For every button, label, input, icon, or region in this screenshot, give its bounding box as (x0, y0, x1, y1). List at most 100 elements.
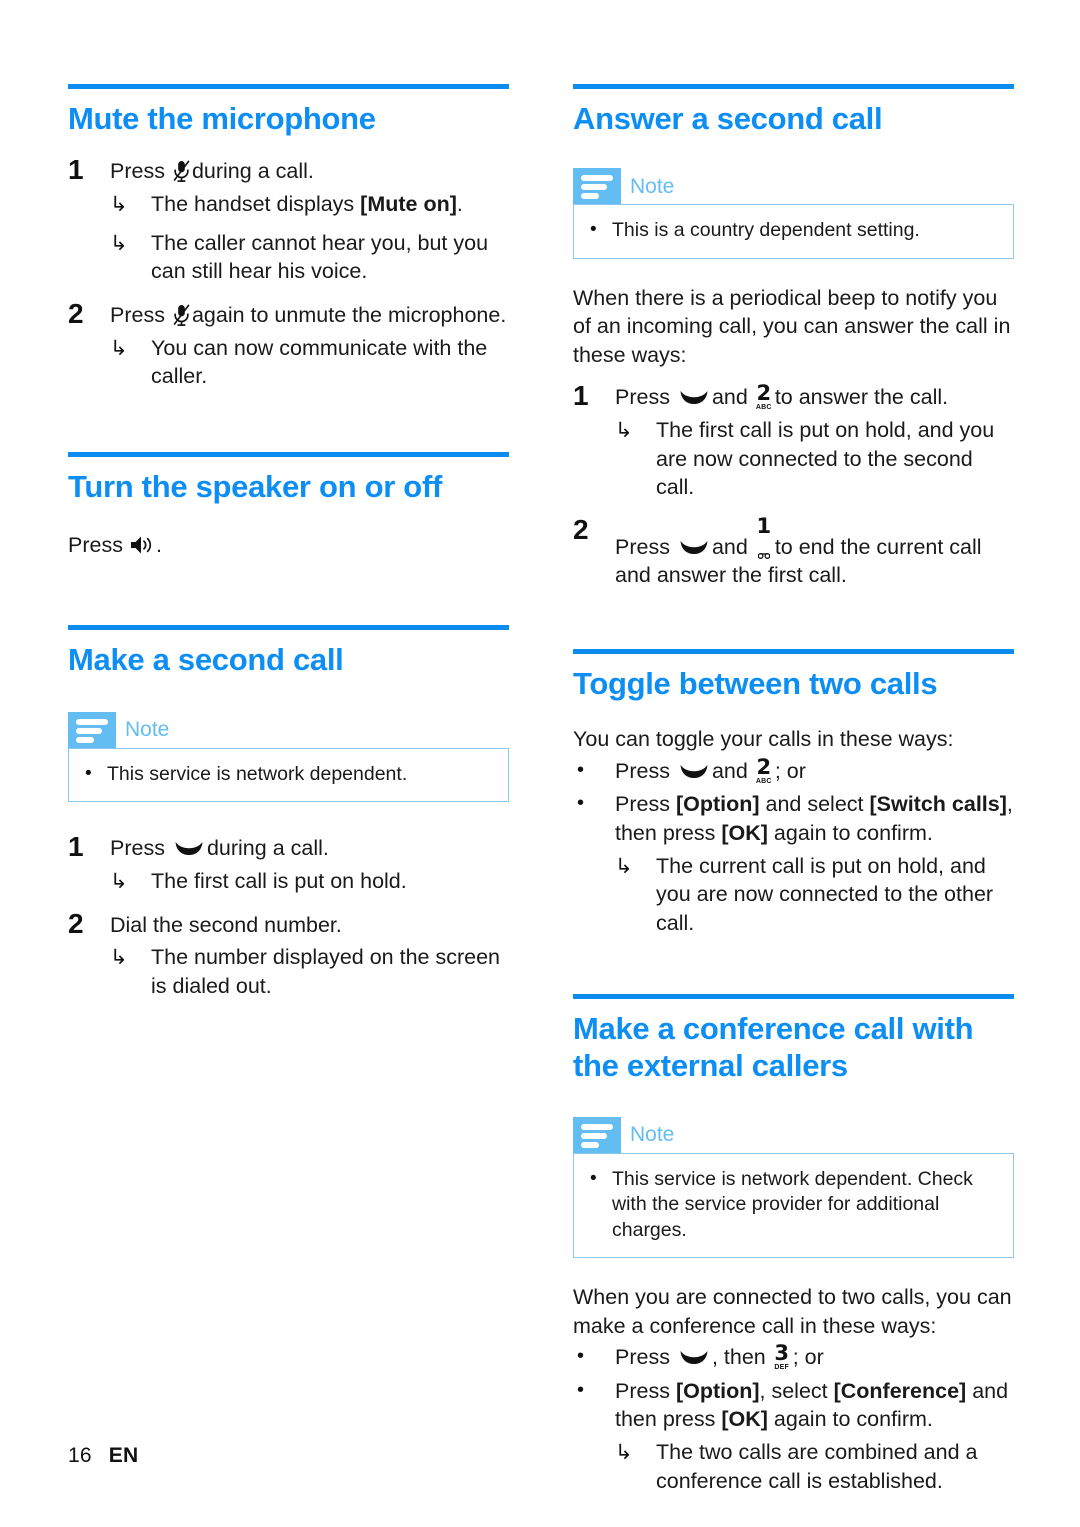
section-rule (573, 994, 1014, 1000)
list-item: • Press , then 3 DEF; or (573, 1343, 1014, 1372)
list-item-text: Press [Option] and select [Switch calls]… (615, 792, 1013, 845)
step-text-mid: and (711, 534, 748, 559)
key-letters: DEF (774, 1364, 790, 1372)
section-intro-text: When there is a periodical beep to notif… (573, 285, 1011, 367)
step-item: 1 Press during a call. ↳ The first call … (68, 830, 509, 896)
note-header: Note (573, 1116, 1014, 1153)
note-lines-icon (573, 168, 621, 205)
section-rule (68, 84, 509, 89)
bullet-dot-icon: • (577, 758, 585, 781)
step-body: Press again to unmute the microphone. ↳ … (110, 297, 509, 391)
section-turn-the-speaker-on-or-off: Turn the speaker on or off Press . (68, 451, 509, 560)
result-text: You can now communicate with the caller. (151, 335, 488, 389)
press-label: Press (615, 1345, 670, 1370)
bullet-list: • Press and 2 ABC; or • Press [Option] an… (573, 756, 1014, 938)
step-number: 2 (68, 907, 84, 939)
steps-list: 1 Press during a call. ↳ The first call … (68, 830, 509, 1000)
note-label: Note (630, 174, 675, 198)
page-title-make-a-second-call: Make a second call (68, 641, 344, 677)
call-key-icon (679, 1344, 709, 1365)
seg: again to confirm. (767, 1407, 933, 1432)
step-text-after: to answer the call. (774, 385, 949, 410)
step-text: Press again to unmute the microphone. (110, 301, 509, 330)
bullet-dot-icon: • (577, 1378, 585, 1401)
step-result: ↳ The two calls are combined and a confe… (615, 1438, 1014, 1495)
section-intro-text: You can toggle your calls in these ways: (573, 727, 954, 752)
result-arrow-icon: ↳ (110, 869, 128, 893)
list-item-body: Press [Option] and select [Switch calls]… (615, 790, 1014, 937)
section-rule (573, 648, 1014, 654)
result-arrow-icon: ↳ (615, 1440, 633, 1464)
note-item: • This is a country dependent setting. (590, 218, 997, 243)
bullet-dot-icon: • (577, 1345, 585, 1368)
key-1-icon: 1 (755, 515, 773, 559)
seg-bold-option: [Option] (675, 1378, 760, 1403)
bullet-dot-icon: • (577, 792, 585, 815)
result-text: The first call is put on hold, and you a… (656, 417, 995, 500)
result-arrow-icon: ↳ (615, 854, 633, 878)
footer-page-number: 16 (68, 1444, 92, 1467)
note-item: • This service is network dependent. Che… (590, 1167, 997, 1243)
result-text: The first call is put on hold. (151, 868, 407, 893)
step-item: 2 Press and 1 to end the current call and… (573, 513, 1014, 590)
press-line-suffix: . (155, 533, 162, 558)
result-text: The two calls are combined and a confere… (656, 1439, 978, 1493)
conjunction-text: , then (711, 1345, 766, 1370)
result-text-pre: The handset displays (151, 191, 361, 216)
page-title-mute-the-microphone: Mute the microphone (68, 101, 376, 136)
note-callout: Note • This service is network dependent… (573, 1116, 1014, 1258)
note-item: • This service is network dependent. (85, 762, 492, 787)
call-key-icon (679, 534, 709, 554)
step-text: Press during a call. (110, 157, 509, 186)
result-text: The handset displays [Mute on]. (151, 190, 509, 219)
step-number: 1 (573, 380, 589, 412)
section-rule (68, 624, 509, 630)
result-text-post: . (456, 191, 463, 216)
note-callout: Note • This is a country dependent setti… (573, 168, 1014, 259)
section-rule (573, 84, 1014, 89)
page-footer: 16 EN (68, 1444, 138, 1468)
seg: and select (759, 792, 870, 817)
section-toggle-between-two-calls: Toggle between two calls You can toggle … (573, 648, 1014, 938)
call-key-icon (679, 384, 709, 405)
step-text: Press and 1 to end the current call and a… (615, 515, 1014, 590)
press-speaker-line: Press . (68, 531, 509, 560)
bullet-list: • Press , then 3 DEF; or • Press [Option]… (573, 1343, 1014, 1495)
note-label: Note (630, 1123, 675, 1147)
section-rule (68, 451, 509, 457)
note-lines-icon (68, 711, 116, 748)
step-item: 2 Press again to unmute the microphone. … (68, 297, 509, 391)
note-header: Note (68, 711, 509, 748)
step-body: Press during a call. ↳ The first call is… (110, 830, 509, 896)
seg: again to confirm. (767, 821, 933, 845)
step-body: Press during a call. ↳ The handset displ… (110, 153, 509, 286)
seg-bold-option: [Option] (675, 792, 760, 817)
note-header: Note (573, 168, 1014, 205)
step-result: ↳ The number displayed on the screen is … (110, 943, 509, 1000)
note-body: • This is a country dependent setting. (573, 204, 1014, 259)
list-item: • Press and 2 ABC; or (573, 756, 1014, 786)
left-column: Mute the microphone 1 Press during a cal… (68, 0, 509, 1002)
step-item: 1 Press and 2 ABC to answer the call. ↳ T (573, 379, 1014, 501)
step-result: ↳ You can now communicate with the calle… (110, 334, 509, 391)
key-letters: ABC (755, 404, 772, 412)
step-item: 1 Press during a call. ↳ The handset dis… (68, 153, 509, 286)
step-result: ↳ The handset displays [Mute on]. (110, 190, 509, 219)
key-3-icon: 3 DEF (773, 1343, 791, 1372)
step-text-before: Press (110, 836, 165, 861)
page-title-answer-a-second-call: Answer a second call (573, 101, 883, 136)
step-text-after: during a call. (191, 159, 314, 184)
key-digit: 2 (756, 381, 772, 406)
press-label: Press (68, 533, 123, 558)
list-item-text: Press [Option], select [Conference] and … (615, 1379, 1008, 1432)
list-item-text: Press , then 3 DEF; or (615, 1343, 1014, 1372)
voicemail-glyph-icon (757, 538, 771, 559)
seg-bold-ok: [OK] (721, 821, 768, 845)
step-body: Dial the second number. ↳ The number dis… (110, 907, 509, 1001)
step-text-before: Press (110, 159, 165, 184)
seg-bold-conference: [Conference] (833, 1378, 967, 1403)
step-text-before: Press (615, 534, 670, 559)
result-text: The number displayed on the screen is di… (151, 945, 500, 998)
page-title-make-a-conference-call: Make a conference call with the external… (573, 1011, 974, 1083)
seg-bold-switch-calls: [Switch calls] (869, 792, 1007, 817)
